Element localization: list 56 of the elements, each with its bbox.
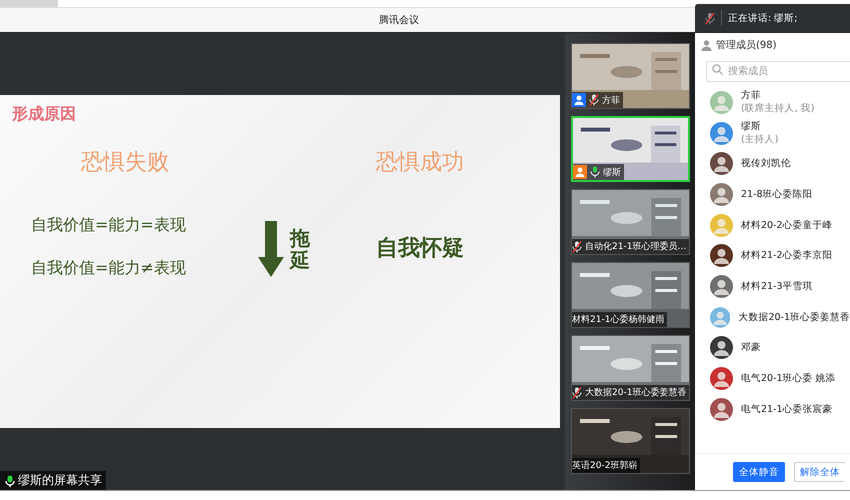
participant-name: 自动化21-1班心理委员… xyxy=(585,240,686,253)
window-title: 腾讯会议 xyxy=(379,14,419,27)
panel-button[interactable]: 解除全体 xyxy=(794,462,845,482)
member-name: 方菲 xyxy=(741,89,762,102)
participant-name: 大数据20-1班心委姜慧香 xyxy=(585,386,686,399)
slide-title: 形成原因 xyxy=(10,103,77,125)
member-name: 材料21-3平雪琪 xyxy=(741,280,813,293)
member-item[interactable]: 缪斯 (主持人) xyxy=(695,118,850,148)
participant-name: 缪斯 xyxy=(603,166,621,178)
slide-text: 自我价值=能力=表现 xyxy=(31,215,187,236)
member-item[interactable]: 方菲 (联席主持人, 我) xyxy=(695,87,850,118)
video-tile[interactable]: 方菲 xyxy=(571,43,690,109)
speaking-text: 正在讲话: 缪斯; xyxy=(728,12,798,24)
slide-heading: 恐惧失败 xyxy=(80,149,170,177)
down-arrow-icon xyxy=(258,221,284,277)
participant-name: 材料21-1心委杨韩健雨 xyxy=(572,313,664,326)
share-label-text: 缪斯的屏幕共享 xyxy=(18,472,102,489)
person-icon xyxy=(701,40,712,50)
member-item[interactable]: 大数据20-1班心委姜慧香 xyxy=(695,302,850,332)
panel-button[interactable]: 全体静音 xyxy=(733,462,785,482)
member-role: (联席主持人, 我) xyxy=(741,102,814,116)
video-tile[interactable]: 大数据20-1班心委姜慧香 xyxy=(571,335,690,401)
member-item[interactable]: 材料20-2心委童于峰 xyxy=(695,210,850,240)
member-name: 缪斯 xyxy=(741,120,762,134)
video-tile[interactable]: 自动化21-1班心理委员… xyxy=(571,189,690,255)
member-item[interactable]: 电气21-1心委张宸豪 xyxy=(695,394,850,425)
mic-icon xyxy=(4,474,16,486)
member-name: 邓豪 xyxy=(741,341,761,354)
member-item[interactable]: 视传刘凯伦 xyxy=(695,148,850,180)
browser-tab[interactable] xyxy=(0,0,58,7)
video-tile[interactable]: 缪斯 xyxy=(571,116,690,182)
member-name: 视传刘凯伦 xyxy=(741,157,791,170)
search-icon xyxy=(712,64,723,75)
panel-title: 管理成员(98) xyxy=(716,38,777,52)
member-name: 21-8班心委陈阳 xyxy=(741,188,813,201)
participant-name: 方菲 xyxy=(602,94,620,106)
member-role: (主持人) xyxy=(741,133,778,146)
member-name: 材料21-2心委李京阳 xyxy=(741,249,833,262)
member-item[interactable]: 电气20-1班心委 姚添 xyxy=(695,363,850,394)
slide-text: 自我怀疑 xyxy=(375,235,465,263)
member-item[interactable]: 邓豪 xyxy=(695,332,850,364)
member-name: 材料20-2心委童于峰 xyxy=(741,218,833,232)
member-item[interactable]: 21-8班心委陈阳 xyxy=(695,179,850,210)
member-item[interactable]: 材料21-3平雪琪 xyxy=(695,271,850,302)
slide-text: 自我价值=能力≠表现 xyxy=(31,258,187,279)
member-name: 电气20-1班心委 姚添 xyxy=(741,372,836,386)
video-tile[interactable]: 英语20-2班郭崭 xyxy=(571,408,690,474)
member-item[interactable]: 材料21-2心委李京阳 xyxy=(695,240,850,272)
video-tile[interactable]: 材料21-1心委杨韩健雨 xyxy=(571,262,690,328)
mic-muted-icon xyxy=(705,12,715,24)
participant-name: 英语20-2班郭崭 xyxy=(572,460,638,472)
slide-text: 拖延 xyxy=(290,227,310,271)
member-name: 大数据20-1班心委姜慧香 xyxy=(738,310,850,324)
search-field[interactable]: 搜索成员 xyxy=(706,61,850,82)
member-name: 电气21-1心委张宸豪 xyxy=(741,402,833,416)
slide-heading: 恐惧成功 xyxy=(375,149,465,177)
